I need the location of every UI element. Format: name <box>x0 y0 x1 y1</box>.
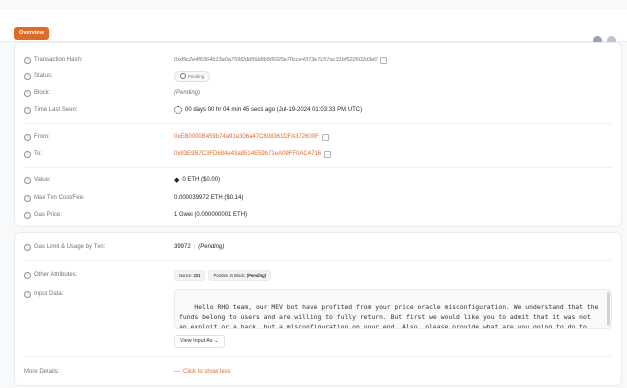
label-other-attributes: Other Attributes: <box>34 272 78 278</box>
label-block: Block: <box>34 90 51 96</box>
nonce-badge: Nonce: 221 <box>174 269 206 281</box>
help-icon[interactable]: ? <box>24 106 31 114</box>
row-max-fee: ? Max Txn Cost/Fee: 0.000039972 ETH ($0.1… <box>15 192 621 204</box>
divider <box>24 123 612 124</box>
view-input-as-dropdown[interactable]: View Input As ⌄ <box>174 335 225 348</box>
help-icon[interactable]: ? <box>24 72 31 80</box>
label-tx-hash: Transaction Hash: <box>34 57 83 63</box>
row-value: ? Value: ◆ 0 ETH ($0.00) <box>15 174 621 186</box>
row-block: ? Block: (Pending) <box>15 87 621 99</box>
time-value: 00 days 00 hr 04 min 45 secs ago (Jul-19… <box>185 107 363 113</box>
help-icon[interactable]: ? <box>24 150 31 158</box>
transaction-summary-card: ? Transaction Hash: 0xd9c2e4f6364b13a0a75… <box>14 42 622 227</box>
row-from: ? From: 0xEB0000B459b74a91e306a47C808361D… <box>15 131 621 143</box>
show-less-link[interactable]: Click to show less <box>183 369 231 375</box>
eth-icon: ◆ <box>174 177 180 184</box>
help-icon[interactable]: ? <box>24 211 31 219</box>
page-title: Transaction Details <box>14 0 87 2</box>
copy-icon[interactable] <box>380 56 388 64</box>
row-time: ? Time Last Seen: 00 days 00 hr 04 min 45… <box>15 104 621 116</box>
value-amount: 0 ETH ($0.00) <box>182 177 221 183</box>
copy-icon[interactable] <box>321 133 329 141</box>
to-address-link[interactable]: 0x83E9B7C3FD684e43a8514E59b71eA09FF0AC47… <box>174 151 321 157</box>
status-badge: Pending <box>174 70 211 82</box>
label-time: Time Last Seen: <box>34 107 78 113</box>
label-value: Value: <box>34 177 51 183</box>
row-gas-price: ? Gas Price: 1 Gwei (0.000000001 ETH) <box>15 209 621 221</box>
help-icon[interactable]: ? <box>24 89 31 97</box>
gas-usage-value: (Pending) <box>198 244 225 250</box>
row-to: ? To: 0x83E9B7C3FD684e43a8514E59b71eA09FF… <box>15 148 621 160</box>
label-more-details: More Details: <box>24 369 60 375</box>
label-max-fee: Max Txn Cost/Fee: <box>34 195 85 201</box>
separator: | <box>193 244 196 250</box>
more-details-card: ? Gas Limit & Usage by Txn: 39972 | (Pendin… <box>14 232 622 386</box>
help-icon[interactable]: ? <box>24 56 31 64</box>
row-status: ? Status: Pending <box>15 70 621 82</box>
spinner-icon <box>174 106 182 114</box>
from-address-link[interactable]: 0xEB0000B459b74a91e306a47C808361DFA37260… <box>174 134 319 140</box>
help-icon[interactable]: ? <box>24 176 31 184</box>
help-icon[interactable]: ? <box>24 133 31 141</box>
help-icon[interactable]: ? <box>24 243 31 251</box>
label-from: From: <box>34 134 50 140</box>
row-more-details: More Details: — Click to show less <box>15 366 621 378</box>
row-other-attributes: ? Other Attributes: Nonce: 221 Position I… <box>15 269 621 281</box>
minus-icon: — <box>174 369 180 375</box>
label-gas-limit: Gas Limit & Usage by Txn: <box>34 244 106 250</box>
copy-icon[interactable] <box>324 150 332 158</box>
divider <box>24 260 612 261</box>
gas-limit-value: 39972 <box>174 244 191 250</box>
tab-bar: Overview <box>0 9 627 45</box>
label-status: Status: <box>34 73 53 79</box>
row-gas-limit: ? Gas Limit & Usage by Txn: 39972 | (Pendin… <box>15 241 621 253</box>
clock-icon <box>180 72 186 79</box>
label-input-data: Input Data: <box>34 291 64 297</box>
divider <box>24 356 612 357</box>
help-icon[interactable]: ? <box>24 194 31 202</box>
input-data-textarea[interactable]: Hello RHO team, our MEV bot have profite… <box>174 289 612 329</box>
chevron-down-icon: ⌄ <box>214 338 219 344</box>
tab-overview[interactable]: Overview <box>14 27 49 40</box>
help-icon[interactable]: ? <box>24 290 31 298</box>
tx-hash-value: 0xd9c2e4f6364b13a0a759f2dd56b8b5f5025e70… <box>174 57 378 63</box>
divider <box>24 167 612 168</box>
row-tx-hash: ? Transaction Hash: 0xd9c2e4f6364b13a0a75… <box>15 54 621 66</box>
label-gas-price: Gas Price: <box>34 212 63 218</box>
scrollbar[interactable] <box>607 292 610 326</box>
position-badge: Position In Block: (Pending) <box>208 269 272 281</box>
gas-price-value: 1 Gwei (0.000000001 ETH) <box>174 212 248 218</box>
max-fee-value: 0.000039972 ETH ($0.14) <box>174 195 244 201</box>
block-value: (Pending) <box>174 90 201 96</box>
label-to: To: <box>34 151 43 157</box>
help-icon[interactable]: ? <box>24 271 31 279</box>
